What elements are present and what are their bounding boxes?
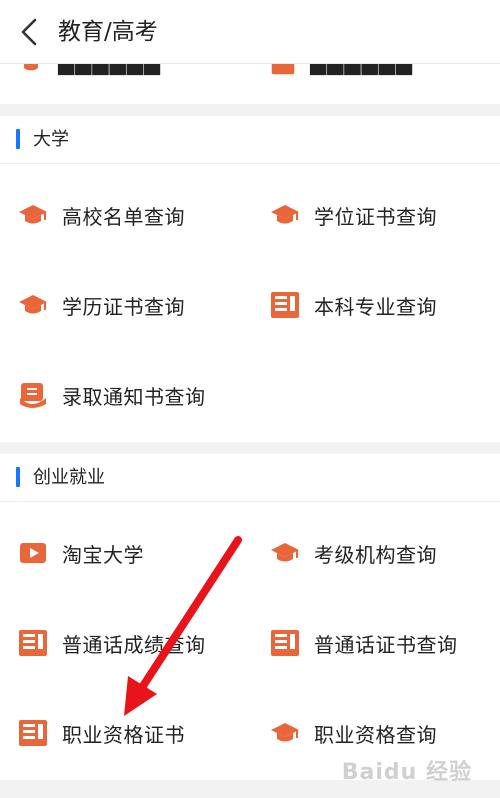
document-icon <box>18 628 48 658</box>
grid-item-diploma-certificate[interactable]: 学历证书查询 <box>18 259 268 351</box>
partial-label: ▆▆▆▆▆▆ <box>310 64 413 75</box>
admission-letter-icon <box>18 380 48 410</box>
grid-item-label: 本科专业查询 <box>314 294 437 319</box>
section-title: 创业就业 <box>33 467 105 488</box>
graduation-cap-icon <box>270 538 300 568</box>
grid-item-undergraduate-major[interactable]: 本科专业查询 <box>270 259 500 351</box>
graduation-cap-icon <box>270 200 300 230</box>
grid-item-label: 淘宝大学 <box>62 542 144 567</box>
graduation-cap-icon <box>18 200 48 230</box>
document-icon <box>270 628 300 658</box>
document-icon <box>18 718 48 748</box>
grid-item-label: 职业资格查询 <box>314 722 437 747</box>
grid-item-exam-institution[interactable]: 考级机构查询 <box>270 507 500 599</box>
grid-item-mandarin-score[interactable]: 普通话成绩查询 <box>18 597 268 689</box>
document-icon <box>270 290 300 320</box>
section-header: 创业就业 <box>0 454 500 502</box>
graduation-cap-icon <box>18 290 48 320</box>
back-button[interactable] <box>14 14 44 50</box>
grid-item-label: 学历证书查询 <box>62 294 185 319</box>
section-accent-bar <box>16 129 20 149</box>
graduation-cap-icon <box>270 718 300 748</box>
section-entrepreneurship-employment: 创业就业 淘宝大学 考级机构查询 普通话成绩查询 普通话证书查询 职业资格证书 … <box>0 454 500 780</box>
chevron-left-icon <box>21 18 37 46</box>
previous-section-partial-row: ▆▆▆▆▆▆ ▆▆▆▆▆▆ <box>0 64 500 104</box>
grid-item-label: 普通话成绩查询 <box>62 632 206 657</box>
grid-item-label: 普通话证书查询 <box>314 632 458 657</box>
grid-item-admission-letter[interactable]: 录取通知书查询 <box>18 349 268 441</box>
page-title: 教育/高考 <box>58 19 158 45</box>
grid-item-degree-certificate[interactable]: 学位证书查询 <box>270 169 500 261</box>
grid-item-label: 学位证书查询 <box>314 204 437 229</box>
document-icon <box>271 64 295 75</box>
grid-item-label: 考级机构查询 <box>314 542 437 567</box>
grid-item-label: 职业资格证书 <box>62 722 185 747</box>
grid-item-label: 录取通知书查询 <box>62 384 206 409</box>
grid-item-taobao-university[interactable]: 淘宝大学 <box>18 507 268 599</box>
partial-item-left[interactable]: ▆▆▆▆▆▆ <box>18 64 161 76</box>
graduation-cap-icon <box>24 64 38 71</box>
section-header: 大学 <box>0 116 500 164</box>
section-grid: 淘宝大学 考级机构查询 普通话成绩查询 普通话证书查询 职业资格证书 职业资格查… <box>0 502 500 780</box>
partial-item-right[interactable]: ▆▆▆▆▆▆ <box>270 64 413 76</box>
section-accent-bar <box>16 467 20 487</box>
grid-item-college-list[interactable]: 高校名单查询 <box>18 169 268 261</box>
section-grid: 高校名单查询 学位证书查询 学历证书查询 本科专业查询 录取通知书查询 <box>0 164 500 442</box>
section-university: 大学 高校名单查询 学位证书查询 学历证书查询 本科专业查询 录取通知书查询 <box>0 116 500 442</box>
grid-item-professional-qualification-certificate[interactable]: 职业资格证书 <box>18 687 268 779</box>
section-title: 大学 <box>33 129 69 150</box>
grid-item-label: 高校名单查询 <box>62 204 185 229</box>
partial-label: ▆▆▆▆▆▆ <box>58 64 161 75</box>
watermark-logo: Baidu 经验 <box>341 760 472 785</box>
top-navigation-bar: 教育/高考 <box>0 0 500 64</box>
grid-item-mandarin-certificate[interactable]: 普通话证书查询 <box>270 597 500 689</box>
video-play-icon <box>18 538 48 568</box>
